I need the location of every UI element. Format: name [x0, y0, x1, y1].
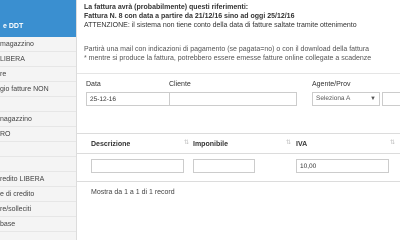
sidebar-active-item[interactable]: e DDT — [0, 0, 76, 37]
agente-select-value: Seleziona A — [316, 95, 351, 102]
notice-invoice-ref: Fattura N. 8 con data a partire da 21/12… — [84, 13, 295, 20]
divider — [77, 73, 400, 74]
sidebar-item-magazzino[interactable]: magazzino — [0, 37, 76, 52]
imponibile-input[interactable] — [193, 159, 255, 173]
column-descrizione[interactable]: Descrizione — [91, 141, 130, 148]
notice-warning: ATTENZIONE: il sistema non tiene conto d… — [84, 22, 357, 29]
sidebar-item-re[interactable]: re — [0, 67, 76, 82]
main-content: La fattura avrà (probabilmente) questi r… — [77, 0, 400, 240]
sidebar-item-ro[interactable]: RO — [0, 127, 76, 142]
table-record-count: Mostra da 1 a 1 di 1 record — [91, 189, 175, 196]
sidebar: e DDT magazzino LIBERA re gio fatture NO… — [0, 0, 77, 240]
agente-label: Agente/Prov — [312, 81, 351, 88]
sort-icon[interactable]: ⇅ — [390, 139, 395, 146]
invoice-notice: La fattura avrà (probabilmente) questi r… — [84, 3, 400, 30]
sidebar-separator — [0, 97, 76, 112]
info-line-online: * mentre si produce la fattura, potrebbe… — [84, 55, 372, 62]
iva-input[interactable] — [296, 159, 389, 173]
sidebar-item-libera[interactable]: LIBERA — [0, 52, 76, 67]
extra-field[interactable] — [382, 92, 400, 106]
sidebar-separator — [0, 142, 76, 157]
cliente-field[interactable] — [169, 92, 297, 106]
chevron-down-icon: ▼ — [370, 96, 376, 102]
sidebar-item-credito-libera[interactable]: redito LIBERA — [0, 172, 76, 187]
sidebar-item-fatture-non[interactable]: gio fatture NON — [0, 82, 76, 97]
sidebar-item-solleciti[interactable]: re/solleciti — [0, 202, 76, 217]
cliente-label: Cliente — [169, 81, 191, 88]
column-iva[interactable]: IVA — [296, 141, 307, 148]
sort-icon[interactable]: ⇅ — [286, 139, 291, 146]
info-text: Partirà una mail con indicazioni di paga… — [84, 45, 400, 63]
sidebar-item-nagazzino[interactable]: nagazzino — [0, 112, 76, 127]
agente-select[interactable]: Seleziona A ▼ — [312, 92, 380, 106]
notice-title: La fattura avrà (probabilmente) questi r… — [84, 4, 249, 11]
sidebar-item-note-credito[interactable]: e di credito — [0, 187, 76, 202]
column-imponibile[interactable]: Imponibile — [193, 141, 228, 148]
table-top-border — [77, 133, 400, 134]
table-bottom-border — [77, 181, 400, 182]
sidebar-separator — [0, 157, 76, 172]
info-line-mail: Partirà una mail con indicazioni di paga… — [84, 46, 370, 53]
data-label: Data — [86, 81, 101, 88]
descrizione-input[interactable] — [91, 159, 184, 173]
table-header-border — [77, 153, 400, 154]
sort-icon[interactable]: ⇅ — [184, 139, 189, 146]
sidebar-item-base[interactable]: base — [0, 217, 76, 232]
